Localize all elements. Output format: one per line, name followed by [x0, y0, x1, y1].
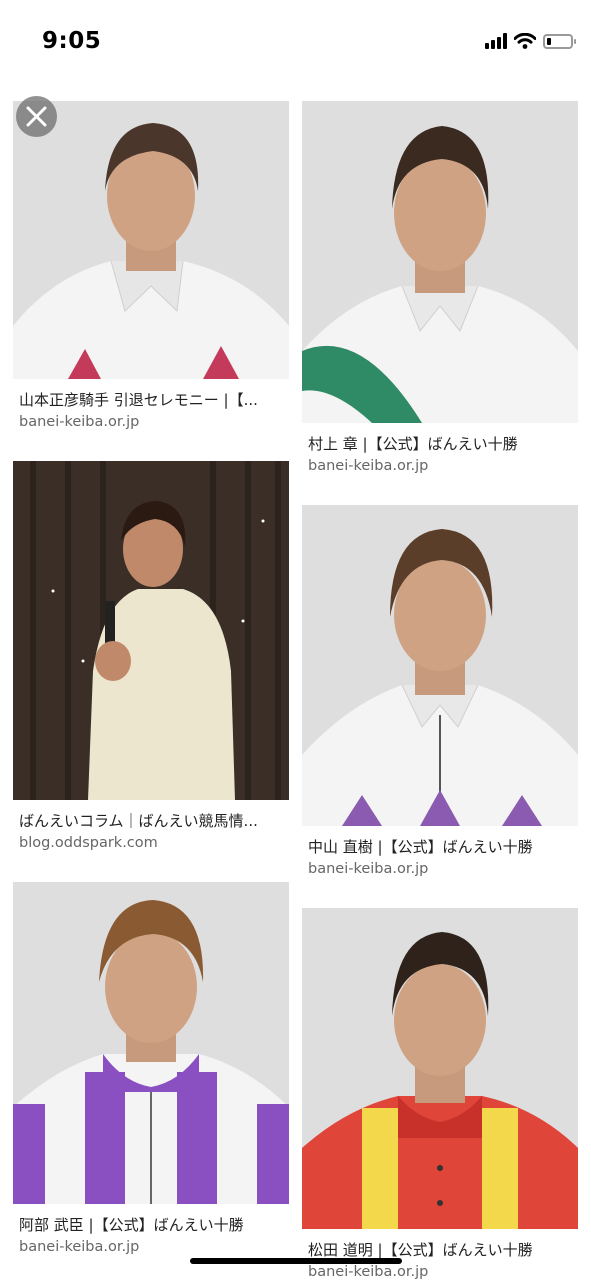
result-domain-2: banei-keiba.or.jp: [308, 458, 429, 474]
wifi-icon: [514, 33, 536, 49]
result-caption-2[interactable]: 村上 章 |【公式】ばんえい十勝: [308, 433, 574, 454]
result-image-2[interactable]: [302, 101, 578, 423]
result-image-1[interactable]: [13, 101, 289, 379]
result-caption-3[interactable]: ばんえいコラム｜ばんえい競馬情...: [19, 810, 285, 831]
cellular-signal-icon: [485, 33, 507, 49]
result-domain-1: banei-keiba.or.jp: [19, 414, 140, 430]
battery-level: [547, 37, 552, 45]
result-domain-6: banei-keiba.or.jp: [308, 1264, 429, 1280]
result-domain-3: blog.oddspark.com: [19, 835, 158, 851]
status-icons: [485, 33, 576, 49]
status-bar: 9:05: [0, 0, 591, 90]
result-caption-5[interactable]: 阿部 武臣 |【公式】ばんえい十勝: [19, 1214, 285, 1235]
result-caption-1[interactable]: 山本正彦騎手 引退セレモニー |【...: [19, 389, 285, 410]
close-button[interactable]: [16, 96, 57, 137]
result-image-4[interactable]: [302, 505, 578, 826]
battery-icon: [543, 33, 576, 49]
result-domain-5: banei-keiba.or.jp: [19, 1239, 140, 1255]
result-image-5[interactable]: [13, 882, 289, 1204]
result-image-6[interactable]: [302, 908, 578, 1229]
close-icon: [26, 106, 47, 127]
status-time: 9:05: [42, 28, 102, 54]
home-indicator[interactable]: [190, 1258, 402, 1264]
result-image-3[interactable]: [13, 461, 289, 800]
result-domain-4: banei-keiba.or.jp: [308, 861, 429, 877]
result-caption-6[interactable]: 松田 道明 |【公式】ばんえい十勝: [308, 1239, 574, 1260]
result-caption-4[interactable]: 中山 直樹 |【公式】ばんえい十勝: [308, 836, 574, 857]
